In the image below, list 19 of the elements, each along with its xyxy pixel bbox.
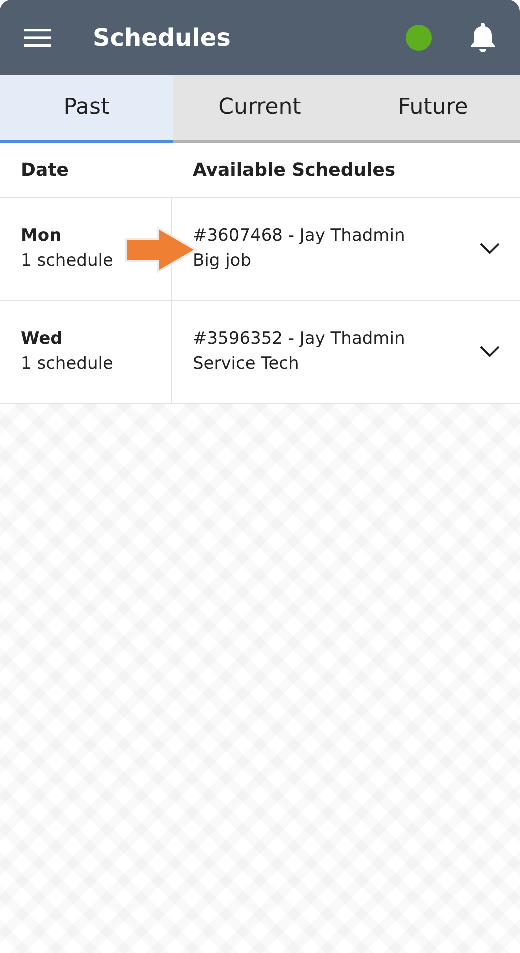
- schedule-subtitle: Service Tech: [193, 353, 300, 376]
- column-header: Available Schedules: [193, 160, 396, 180]
- schedule-title: #3607468 - Jay Thadmin: [193, 224, 406, 248]
- tab[interactable]: Current: [173, 75, 347, 143]
- column-header: Date: [21, 160, 69, 180]
- schedule-title: #3596352 - Jay Thadmin: [193, 328, 406, 350]
- day-label: Mon: [21, 224, 63, 248]
- chevron-down-icon[interactable]: [480, 346, 500, 358]
- chevron-down-icon[interactable]: [480, 243, 500, 255]
- schedule-subtitle: Big job: [193, 250, 252, 273]
- menu-icon[interactable]: [24, 28, 51, 46]
- day-label: Wed: [21, 328, 64, 350]
- status-dot-icon: [406, 24, 432, 50]
- schedule-count: 1 schedule: [21, 353, 114, 376]
- bell-icon[interactable]: [470, 22, 496, 52]
- schedule-count: 1 schedule: [21, 250, 114, 273]
- screen-title: Schedules: [93, 22, 231, 54]
- tab[interactable]: Future: [346, 75, 520, 143]
- tab[interactable]: Past: [0, 75, 174, 143]
